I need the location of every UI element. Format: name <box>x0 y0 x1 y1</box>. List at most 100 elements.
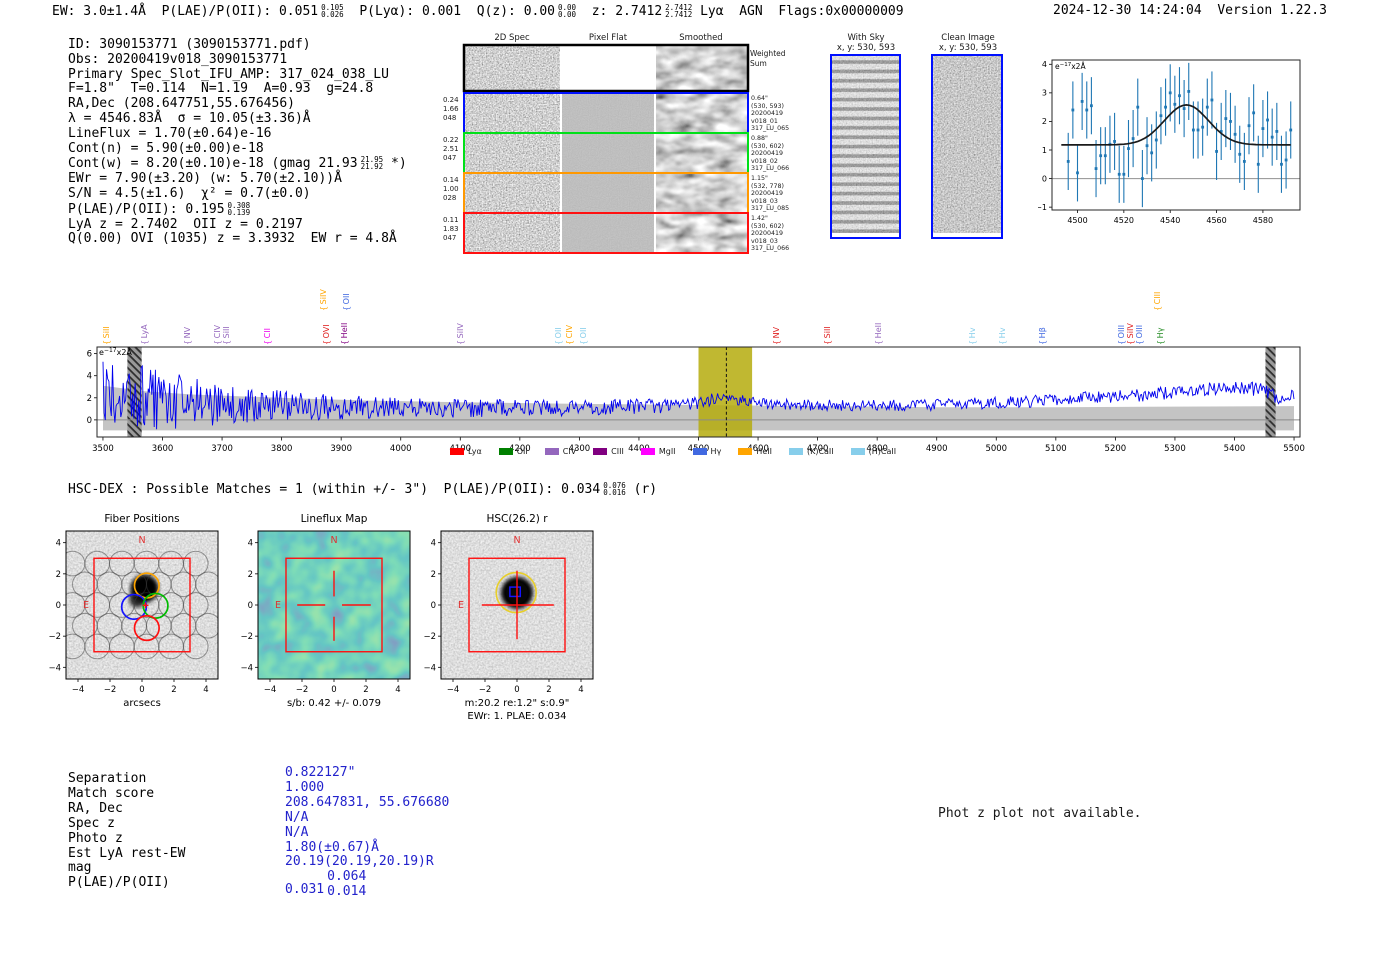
spec-xtick: 5200 <box>1105 444 1127 453</box>
line-fit-plot: −1 0 1 2 3 4 4500 4520 4540 4560 4580 e−17x2Å <box>1038 59 1301 225</box>
spec-ytick: 0 <box>87 416 92 426</box>
header-text-4: z: 2.7412 <box>576 4 663 19</box>
fit-ytick: 0 <box>1042 174 1047 183</box>
match-label-3: Spec z <box>68 815 115 831</box>
panel-xlabel: s/b: 0.42 +/- 0.079 <box>287 698 381 709</box>
row-left-stats-2: 0.14 1.00 028 <box>443 176 459 202</box>
legend-swatch <box>850 448 865 455</box>
info-line-7-text-0: Cont(n) = 5.90(±0.00)e-18 <box>68 140 264 156</box>
header-text-0: EW: 3.0±1.4Å P(LAE)/P(OII): 0.051 <box>52 4 319 19</box>
match-value-1: 1.000 <box>285 779 325 795</box>
panel-ytick: 4 <box>56 539 61 549</box>
panel-ytick: 2 <box>431 570 436 580</box>
hsc-dex-text-2: (r) <box>625 482 658 497</box>
header-uncertainty-3: 0.00 0.00 <box>558 3 577 19</box>
header-uncertainty-5: 2.7412 2.7412 <box>665 3 693 19</box>
elixer-report-page: EW: 3.0±1.4Å P(LAE)/P(OII): 0.051 0.105 0.… <box>0 0 1400 953</box>
legend-item-CIII: CIII <box>593 447 624 456</box>
photz-unavailable-note: Phot z plot not available. <box>938 806 1142 821</box>
header-text-2: P(Lyα): 0.001 Q(z): 0.00 <box>343 4 556 19</box>
legend-item-(K)CaII: (K)CaII <box>788 447 834 456</box>
panel-ytick: 0 <box>56 601 61 611</box>
legend-label: MgII <box>658 447 676 456</box>
info-line-12-text-0: LyA z = 2.7402 OII z = 0.2197 <box>68 216 303 232</box>
hsc-cutout-panel: N E −4 −4 −2 −2 0 0 2 2 4 4 HSC(26.2) r m:20.2 re:1.2… <box>423 513 594 722</box>
clean-image <box>931 54 1003 239</box>
info-line-11-text-0: P(LAE)/P(OII): 0.195 <box>68 201 225 217</box>
info-line-0-text-0: ID: 3090153771 (3090153771.pdf) <box>68 37 311 52</box>
match-table-values: 0.822127" 1.000 208.647831, 55.676680 N/A N/… <box>285 765 450 900</box>
match-label-1: Match score <box>68 785 155 801</box>
spec-xtick: 4900 <box>926 444 948 453</box>
info-line-1-text-0: Obs: 20200419v018_3090153771 <box>68 51 288 67</box>
panel-ytick: −2 <box>423 632 436 642</box>
info-line-9: EWr = 7.90(±3.20) (w: 5.70(±2.10))Å <box>68 171 407 187</box>
info-line-7: Cont(n) = 5.90(±0.00)e-18 <box>68 140 407 157</box>
match-table-labels: Separation Match score RA, Dec Spec z Photo … <box>68 771 186 891</box>
match-value-2: 208.647831, 55.676680 <box>285 794 450 810</box>
legend-item-Lyα: Lyα <box>450 447 482 456</box>
clean-title: Clean Image <box>941 33 995 43</box>
legend-label: CIV <box>562 447 577 456</box>
spectrum-legend: Lyα OII CIV CIII MgII Hγ HeII (K)CaII (H)CaII <box>450 447 896 456</box>
row-right-info-1: 0.88" (530, 602) 20200419 v018_02 317_LU_066 <box>751 135 790 172</box>
panel-title: HSC(26.2) r <box>486 513 548 525</box>
match-value-5: 1.80(±0.67)Å <box>285 839 379 855</box>
lineflux-map-panel: N E −4 −4 −2 −2 0 0 2 2 4 4 Lineflux Map s/b: 0.42 +/… <box>240 513 411 709</box>
match-value-uncertainty: 0.064 0.014 <box>327 869 367 900</box>
fit-xtick: 4500 <box>1067 216 1087 225</box>
panel-ytick: 2 <box>248 570 253 580</box>
panel-title: Lineflux Map <box>301 513 368 525</box>
clean-noise <box>933 56 1001 233</box>
spec-xtick: 3500 <box>92 444 114 453</box>
match-value-6: 20.19(20.19,20.19)R <box>285 854 434 870</box>
info-line-6: LineFlux = 1.70(±0.64)e-16 <box>68 126 407 142</box>
info-line-11-uncertainty-1: 0.308 0.139 <box>227 200 251 217</box>
withsky-image <box>830 54 901 239</box>
header-uncertainty-1: 0.105 0.026 <box>321 3 344 19</box>
spec-xtick: 5500 <box>1283 444 1305 453</box>
legend-item-CIV: CIV <box>544 447 577 456</box>
panel-ytick: 4 <box>248 539 253 549</box>
info-line-8-uncertainty-1: 21.95 21.92 <box>360 155 384 172</box>
panel-xtick: −2 <box>104 685 117 695</box>
legend-item-HeII: HeII <box>738 447 772 456</box>
info-line-5: λ = 4546.83Å σ = 10.05(±3.36)Å <box>68 111 407 127</box>
info-line-8-text-2: *) <box>383 156 407 172</box>
fit-ytick: 3 <box>1042 89 1047 98</box>
panel-ytick: −2 <box>48 632 61 642</box>
info-line-10-text-0: S/N = 4.5(±1.6) χ² = 0.7(±0.0) <box>68 185 311 201</box>
panel-xtick: −2 <box>479 685 492 695</box>
panel-xlabel2: EWr: 1. PLAE: 0.034 <box>467 711 566 722</box>
fit-ytick: 2 <box>1042 117 1047 126</box>
spec-units-label: e−17x2Å <box>99 346 132 357</box>
clean-coords: x, y: 530, 593 <box>938 43 998 53</box>
legend-label: (K)CaII <box>806 447 834 456</box>
panel-xtick: −4 <box>447 685 460 695</box>
match-label-5: Est LyA rest-EW <box>68 845 186 861</box>
fit-xtick: 4580 <box>1253 216 1273 225</box>
panel-ytick: 4 <box>431 539 436 549</box>
weighted-sum-label-2: Sum <box>750 59 767 68</box>
spec-xtick: 3600 <box>152 444 174 453</box>
panel-xtick: −2 <box>296 685 309 695</box>
spec-xtick: 5100 <box>1045 444 1067 453</box>
info-line-13: Q(0.00) OVI (1035) z = 3.3932 EW r = 4.8… <box>68 231 407 247</box>
row-right-info-3: 1.42" (530, 602) 20200419 v018_03 317_LU_066 <box>751 215 790 252</box>
info-line-8: Cont(w) = 8.20(±0.10)e-18 (gmag 21.93 21.… <box>68 156 407 172</box>
legend-label: Lyα <box>468 447 482 456</box>
match-value-3: N/A <box>285 809 309 825</box>
info-line-4: RA,Dec (208.647751,55.676456) <box>68 96 407 112</box>
match-value-7: 0.031 0.064 0.014 <box>285 869 367 900</box>
match-label-7: P(LAE)/P(OII) <box>68 875 170 891</box>
spec-xtick: 3900 <box>330 444 352 453</box>
compass-north: N <box>513 535 520 546</box>
header-text-6: Lyα AGN Flags:0x00000009 <box>692 4 904 19</box>
panel-xtick: 4 <box>203 685 208 695</box>
legend-swatch <box>738 448 753 455</box>
full-spectrum-plot: 0246350036003700380039004000410042004300… <box>87 346 1305 453</box>
compass-north: N <box>330 535 337 546</box>
panel-xtick: 0 <box>139 685 144 695</box>
panel-ytick: −4 <box>240 663 253 673</box>
match-label-4: Photo z <box>68 830 123 846</box>
